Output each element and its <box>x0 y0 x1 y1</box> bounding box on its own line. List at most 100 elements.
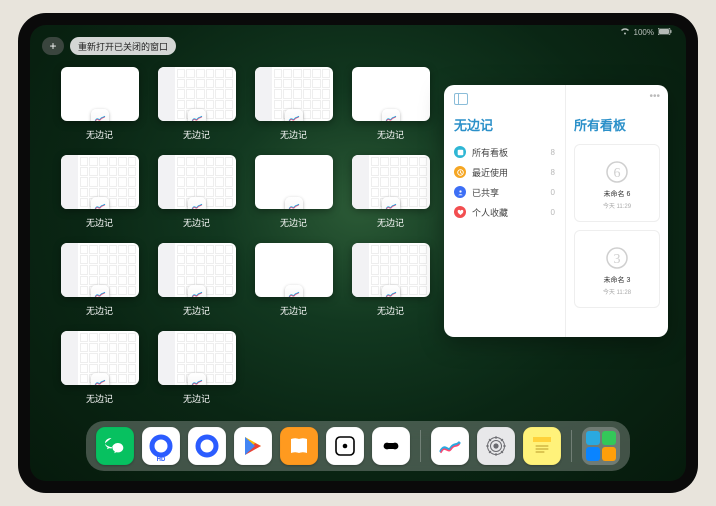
dock-app-freeform-icon[interactable] <box>431 427 469 465</box>
window-thumb <box>61 331 139 385</box>
category-item[interactable]: 最近使用 8 <box>454 162 555 182</box>
category-item[interactable]: 已共享 0 <box>454 182 555 202</box>
window-thumbnail[interactable]: 无边记 <box>351 67 430 141</box>
sidebar-toggle-icon[interactable] <box>454 93 468 105</box>
category-item[interactable]: 所有看板8 <box>454 142 555 162</box>
dock-app-quark-icon[interactable] <box>188 427 226 465</box>
category-count: 8 <box>551 148 555 157</box>
folder-mini-icon <box>602 431 616 445</box>
dock-app-quark-hd-icon[interactable]: HD <box>142 427 180 465</box>
dock-app-settings-icon[interactable] <box>477 427 515 465</box>
battery-icon <box>658 28 672 37</box>
dock-app-keka-icon[interactable] <box>372 427 410 465</box>
window-thumb <box>352 243 430 297</box>
category-label: 已共享 <box>472 186 499 199</box>
window-thumb <box>61 243 139 297</box>
panel-title: 无边记 <box>454 115 555 134</box>
window-thumbnail[interactable]: 无边记 <box>60 67 139 141</box>
add-window-button[interactable]: + <box>42 37 64 55</box>
category-count: 0 <box>551 208 555 217</box>
panel-right-title: 所有看板 <box>574 115 660 134</box>
window-thumbnail[interactable]: 无边记 <box>157 243 236 317</box>
window-label: 无边记 <box>377 128 404 141</box>
window-thumbnail[interactable]: 无边记 <box>157 155 236 229</box>
board-sketch: 3 <box>602 243 632 273</box>
window-thumbnail[interactable]: 无边记 <box>254 67 333 141</box>
window-label: 无边记 <box>183 304 210 317</box>
freeform-app-icon <box>188 109 206 121</box>
plus-icon: + <box>49 39 56 53</box>
freeform-app-icon <box>382 109 400 121</box>
board-card[interactable]: 3未命名 3今天 11:28 <box>574 230 660 308</box>
window-thumbnail[interactable]: 无边记 <box>157 331 236 405</box>
board-subtitle: 今天 11:29 <box>603 201 631 210</box>
category-icon <box>454 166 466 178</box>
window-label: 无边记 <box>280 216 307 229</box>
folder-mini-icon <box>586 447 600 461</box>
freeform-app-icon <box>285 109 303 121</box>
window-thumb <box>352 67 430 121</box>
freeform-app-icon <box>188 373 206 385</box>
category-item[interactable]: 个人收藏 0 <box>454 202 555 222</box>
freeform-app-icon <box>188 285 206 297</box>
board-name: 未命名 6 <box>604 189 631 199</box>
dock-separator <box>420 430 421 462</box>
category-count: 8 <box>551 168 555 177</box>
freeform-app-icon <box>188 197 206 209</box>
drag-handle-icon[interactable]: ••• <box>649 91 660 102</box>
window-thumbnail[interactable]: 无边记 <box>60 155 139 229</box>
category-label: 最近使用 <box>472 166 508 179</box>
dock-app-notes-icon[interactable] <box>523 427 561 465</box>
dock-separator <box>571 430 572 462</box>
dock-app-dice-icon[interactable] <box>326 427 364 465</box>
panel-board-list: 所有看板 6未命名 6今天 11:293未命名 3今天 11:28 <box>565 85 668 337</box>
board-sketch: 6 <box>602 157 632 187</box>
category-icon <box>454 186 466 198</box>
window-thumb <box>61 155 139 209</box>
window-label: 无边记 <box>183 392 210 405</box>
svg-text:3: 3 <box>613 252 620 267</box>
window-label: 无边记 <box>183 216 210 229</box>
folder-mini-icon <box>602 447 616 461</box>
window-thumbnail[interactable]: 无边记 <box>351 155 430 229</box>
top-bar: + 重新打开已关闭的窗口 <box>42 37 176 55</box>
freeform-app-icon <box>91 197 109 209</box>
panel-sidebar: 无边记 所有看板8 最近使用 8 已共享 0 个人收藏 0 <box>444 85 565 337</box>
window-thumbnail[interactable]: 无边记 <box>157 67 236 141</box>
dock-app-books-icon[interactable] <box>280 427 318 465</box>
board-card[interactable]: 6 未命名 6 今天 11:29 <box>574 144 660 222</box>
window-thumbnail[interactable]: 无边记 <box>351 243 430 317</box>
freeform-preview-panel[interactable]: ••• 无边记 所有看板8 最近使用 8 已共享 0 个人收藏 0 所有看板 6 未命名 6 今… <box>444 85 668 337</box>
window-label: 无边记 <box>280 304 307 317</box>
window-thumbnail[interactable]: 无边记 <box>254 243 333 317</box>
freeform-app-icon <box>382 197 400 209</box>
window-label: 无边记 <box>377 216 404 229</box>
window-label: 无边记 <box>377 304 404 317</box>
window-thumb <box>158 67 236 121</box>
window-thumbnail[interactable]: 无边记 <box>60 331 139 405</box>
dock-folder[interactable] <box>582 427 620 465</box>
window-thumb <box>158 155 236 209</box>
window-thumb <box>158 243 236 297</box>
battery-text: 100% <box>634 28 654 37</box>
wifi-icon <box>620 27 630 37</box>
board-name: 未命名 3 <box>604 275 631 285</box>
dock-app-wechat-icon[interactable] <box>96 427 134 465</box>
window-thumb <box>61 67 139 121</box>
restore-closed-window-button[interactable]: 重新打开已关闭的窗口 <box>70 37 176 55</box>
window-label: 无边记 <box>86 392 113 405</box>
status-bar: 100% <box>620 27 672 37</box>
window-label: 无边记 <box>86 128 113 141</box>
category-label: 个人收藏 <box>472 206 508 219</box>
screen: 100% + 重新打开已关闭的窗口 无边记无边记无边记无边记无边记无边记无边记无… <box>30 25 686 481</box>
window-thumb <box>255 155 333 209</box>
dock-app-play-icon[interactable] <box>234 427 272 465</box>
freeform-app-icon <box>91 285 109 297</box>
freeform-app-icon <box>285 197 303 209</box>
app-expose-grid: 无边记无边记无边记无边记无边记无边记无边记无边记无边记无边记无边记无边记无边记无… <box>60 67 430 405</box>
window-thumbnail[interactable]: 无边记 <box>60 243 139 317</box>
freeform-app-icon <box>91 109 109 121</box>
window-thumb <box>158 331 236 385</box>
category-count: 0 <box>551 188 555 197</box>
window-thumbnail[interactable]: 无边记 <box>254 155 333 229</box>
